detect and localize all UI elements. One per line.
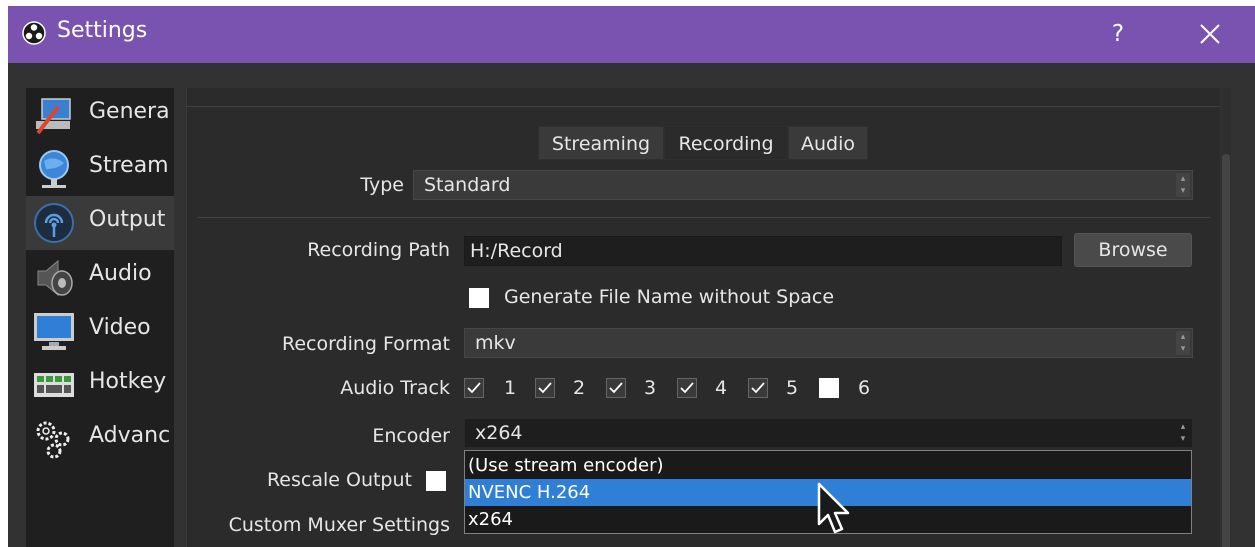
track-2-label: 2 — [573, 377, 586, 399]
browse-button[interactable]: Browse — [1074, 233, 1192, 267]
no-space-checkbox[interactable] — [469, 288, 489, 308]
checkmark-icon — [467, 382, 481, 394]
sidebar-item-output[interactable]: Output — [26, 196, 174, 250]
recording-format-select[interactable]: mkv ▴ ▾ — [464, 328, 1193, 358]
settings-window: Settings ? Genera Stream Output Audio Vi… — [8, 6, 1255, 547]
audio-track-label: Audio Track — [340, 377, 450, 399]
track-4-label: 4 — [715, 377, 728, 399]
scrollbar-thumb[interactable] — [1222, 154, 1230, 547]
chevron-updown-icon: ▴ ▾ — [1176, 421, 1190, 445]
sidebar-item-label: Advanc — [89, 423, 171, 448]
encoder-option[interactable]: (Use stream encoder) — [465, 452, 1191, 479]
tab-audio[interactable]: Audio — [788, 126, 868, 160]
help-button[interactable]: ? — [1098, 16, 1138, 52]
sidebar-item-label: Genera — [89, 99, 170, 124]
stream-icon — [39, 150, 69, 188]
sidebar-item-video[interactable]: Video — [26, 304, 174, 358]
recording-path-input[interactable]: H:/Record — [464, 236, 1062, 266]
track-5-checkbox[interactable] — [748, 378, 768, 398]
checkmark-icon — [751, 382, 765, 394]
recording-path-label: Recording Path — [307, 239, 450, 261]
track-3-checkbox[interactable] — [606, 378, 626, 398]
tab-streaming[interactable]: Streaming — [538, 126, 664, 160]
sidebar-item-label: Output — [89, 207, 166, 232]
recording-format-label: Recording Format — [281, 333, 450, 355]
custom-muxer-label: Custom Muxer Settings — [228, 514, 450, 536]
no-space-label: Generate File Name without Space — [504, 286, 835, 308]
track-5-label: 5 — [786, 377, 799, 399]
audio-icon — [37, 259, 73, 297]
video-icon — [34, 313, 74, 350]
encoder-label: Encoder — [372, 425, 450, 447]
checkmark-icon — [609, 382, 623, 394]
type-select[interactable]: Standard ▴ ▾ — [413, 170, 1193, 200]
chevron-updown-icon: ▴ ▾ — [1176, 331, 1190, 355]
chevron-updown-icon: ▴ ▾ — [1176, 173, 1190, 197]
encoder-select[interactable]: x264 ▴ ▾ — [464, 418, 1193, 448]
mouse-cursor-icon — [817, 482, 850, 534]
type-value: Standard — [424, 174, 511, 196]
track-4-checkbox[interactable] — [677, 378, 697, 398]
track-6-checkbox[interactable] — [819, 378, 839, 398]
recording-format-value: mkv — [475, 332, 516, 354]
sidebar-item-general[interactable]: Genera — [26, 88, 174, 142]
sidebar-item-advanced[interactable]: Advanc — [26, 412, 174, 466]
advanced-icon — [36, 421, 70, 459]
sidebar-item-label: Hotkey — [89, 369, 167, 394]
sidebar-item-audio[interactable]: Audio — [26, 250, 174, 304]
window-title: Settings — [57, 18, 148, 43]
track-3-label: 3 — [644, 377, 657, 399]
divider — [198, 217, 1210, 218]
checkmark-icon — [538, 382, 552, 394]
sidebar-item-label: Video — [89, 315, 151, 340]
rescale-output-checkbox[interactable] — [426, 471, 446, 491]
obs-logo-icon — [22, 21, 46, 45]
title-bar: Settings ? — [8, 6, 1255, 63]
settings-sidebar: Genera Stream Output Audio Video Hotkey … — [26, 88, 174, 547]
sidebar-item-hotkeys[interactable]: Hotkey — [26, 358, 174, 412]
sidebar-item-label: Audio — [89, 261, 152, 286]
sidebar-item-stream[interactable]: Stream — [26, 142, 174, 196]
rescale-output-label: Rescale Output — [266, 469, 412, 491]
general-icon — [36, 98, 71, 135]
type-label: Type — [360, 174, 404, 196]
hotkey-icon — [34, 373, 74, 397]
track-6-label: 6 — [858, 377, 871, 399]
close-icon[interactable] — [1190, 14, 1230, 54]
track-1-checkbox[interactable] — [464, 378, 484, 398]
track-2-checkbox[interactable] — [535, 378, 555, 398]
track-1-label: 1 — [504, 377, 517, 399]
divider — [187, 106, 1220, 107]
output-icon — [34, 203, 74, 243]
tab-recording[interactable]: Recording — [664, 126, 788, 160]
checkmark-icon — [680, 382, 694, 394]
sidebar-item-label: Stream — [89, 153, 169, 178]
encoder-value: x264 — [475, 422, 523, 444]
